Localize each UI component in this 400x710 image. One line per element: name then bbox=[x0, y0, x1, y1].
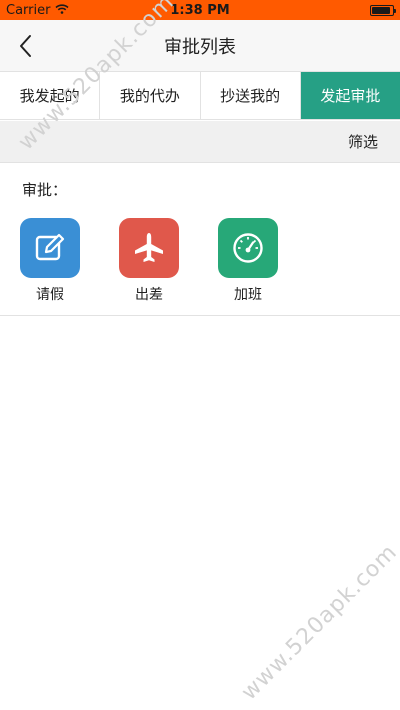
navigation-bar: 审批列表 bbox=[0, 20, 400, 72]
tab-bar: 我发起的 我的代办 抄送我的 发起审批 bbox=[0, 72, 400, 120]
filter-row: 筛选 bbox=[0, 121, 400, 163]
tab-label: 我发起的 bbox=[19, 87, 80, 105]
chevron-left-icon bbox=[20, 35, 31, 57]
battery-level bbox=[372, 6, 390, 14]
overtime-tile bbox=[218, 218, 278, 278]
tab-initiated-by-me[interactable]: 我发起的 bbox=[0, 72, 101, 119]
filter-button[interactable]: 筛选 bbox=[348, 131, 378, 152]
approval-type-leave[interactable]: 请假 bbox=[20, 218, 80, 304]
approval-section: 审批： 请假 出差 加班 bbox=[0, 163, 400, 316]
tab-start-approval[interactable]: 发起审批 bbox=[300, 72, 400, 119]
tab-label: 我的代办 bbox=[119, 87, 180, 105]
tab-my-pending[interactable]: 我的代办 bbox=[100, 72, 201, 119]
app-label: 出差 bbox=[135, 287, 163, 303]
tab-cc-to-me[interactable]: 抄送我的 bbox=[201, 72, 301, 119]
airplane-icon bbox=[135, 233, 163, 262]
app-label: 请假 bbox=[36, 287, 64, 303]
app-label: 加班 bbox=[234, 287, 262, 303]
business-trip-tile bbox=[119, 218, 179, 278]
battery-icon bbox=[370, 4, 396, 16]
status-left: Carrier bbox=[6, 2, 70, 18]
watermark: www.520apk.com bbox=[236, 539, 400, 706]
tab-label: 抄送我的 bbox=[220, 87, 281, 105]
edit-icon bbox=[35, 233, 65, 261]
section-label: 审批： bbox=[22, 181, 68, 199]
approval-type-business-trip[interactable]: 出差 bbox=[119, 218, 179, 304]
tab-label: 发起审批 bbox=[320, 87, 381, 105]
wifi-icon bbox=[55, 3, 70, 18]
carrier-label: Carrier bbox=[6, 2, 51, 18]
approval-type-overtime[interactable]: 加班 bbox=[218, 218, 278, 304]
gauge-icon bbox=[233, 233, 263, 263]
approval-type-list: 请假 出差 加班 bbox=[20, 218, 317, 304]
leave-tile bbox=[20, 218, 80, 278]
page-title: 审批列表 bbox=[164, 36, 236, 58]
back-button[interactable] bbox=[10, 30, 40, 62]
status-bar: Carrier 1:38 PM bbox=[0, 0, 400, 20]
